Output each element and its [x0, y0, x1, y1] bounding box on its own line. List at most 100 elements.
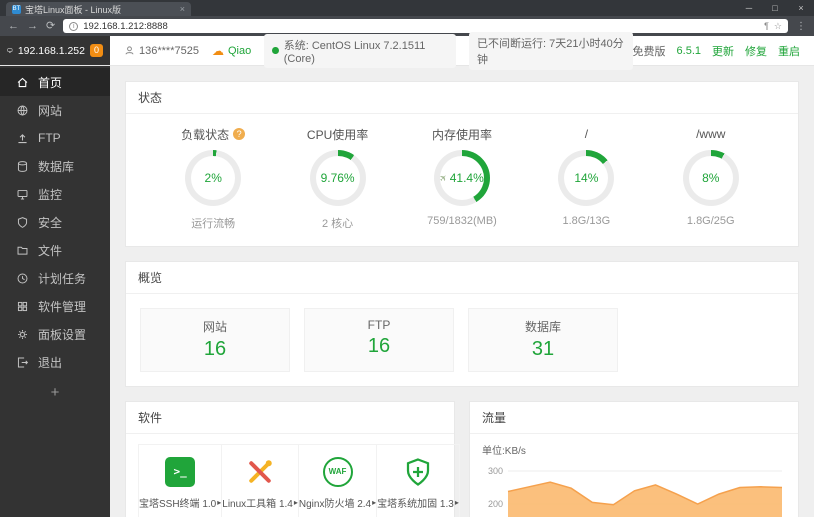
header-right: 免费版 6.5.1 更新 修复 重启	[633, 36, 814, 65]
cloud-icon: ☁	[211, 43, 224, 58]
upload-icon	[18, 133, 27, 143]
terminal-icon: >_	[165, 456, 196, 487]
cloud-user: Qiao	[227, 44, 252, 57]
reload-icon[interactable]: ⟳	[46, 20, 55, 32]
monitor-icon	[17, 189, 28, 199]
main-content: 状态 负载状态 ? 2% 运行流畅 CPU使用率 9.76% 2 核心 内存使用…	[110, 66, 814, 517]
gauge-value: 41.4%	[449, 171, 484, 185]
svg-text:200: 200	[488, 499, 503, 509]
panel-layout: 首页 网站 FTP 数据库 监控 安全 文件 计划任务 软件管理 面板设置 退出…	[0, 66, 814, 517]
gauge-label: 内存使用率	[431, 127, 492, 142]
software-item-ssh[interactable]: >_ 宝塔SSH终端 1.0 ▸	[138, 444, 223, 517]
header-items: 136****7525 ☁ Qiao 系统: CentOS Linux 7.2.…	[110, 31, 633, 70]
tab-close-icon[interactable]: ×	[180, 4, 185, 14]
tools-icon	[249, 459, 272, 483]
help-icon[interactable]: ?	[233, 128, 246, 140]
software-grid: >_ 宝塔SSH终端 1.0 ▸ Linux工具箱 1.4 ▸ WAF Ngin…	[126, 434, 460, 517]
message-badge[interactable]: 0	[89, 44, 103, 57]
window-close-button[interactable]: ×	[788, 0, 814, 16]
gauge-donut: 9.76%	[309, 150, 366, 206]
repair-link[interactable]: 修复	[745, 43, 767, 59]
database-icon	[17, 160, 28, 172]
sidebar-item-sites[interactable]: 网站	[0, 96, 110, 124]
folder-icon	[17, 246, 28, 255]
traffic-card: 流量 单位:KB/s 300200100	[469, 401, 799, 517]
update-link[interactable]: 更新	[712, 43, 734, 59]
restart-link[interactable]: 重启	[778, 43, 800, 59]
shield-icon	[17, 216, 28, 228]
system-label: 系统: CentOS Linux 7.2.1511 (Core)	[283, 39, 426, 65]
tab-title: 宝塔Linux面板 - Linux版	[25, 4, 122, 15]
favicon-icon: BT	[12, 4, 21, 14]
sidebar-item-software[interactable]: 软件管理	[0, 292, 110, 320]
version-number: 6.5.1	[676, 44, 701, 57]
gauge-memory: 内存使用率 ✈ 41.4% 759/1832(MB)	[406, 127, 518, 231]
account-item[interactable]: 136****7525	[124, 45, 199, 57]
gauge-value: 14%	[574, 171, 599, 185]
chevron-right-icon: ▸	[454, 497, 459, 507]
sidebar-item-files[interactable]: 文件	[0, 236, 110, 264]
user-icon	[125, 46, 134, 55]
reader-icon[interactable]: ¶	[764, 21, 769, 31]
sidebar-item-cron[interactable]: 计划任务	[0, 264, 110, 292]
status-card: 状态 负载状态 ? 2% 运行流畅 CPU使用率 9.76% 2 核心 内存使用…	[125, 81, 799, 247]
sidebar-item-database[interactable]: 数据库	[0, 152, 110, 180]
server-ip: 192.168.1.252	[17, 44, 85, 57]
sidebar-item-settings[interactable]: 面板设置	[0, 320, 110, 348]
sidebar-add-button[interactable]: +	[0, 384, 110, 401]
gauge-donut: 2%	[185, 150, 242, 206]
rocket-icon[interactable]: ✈	[437, 171, 450, 184]
system-info: 系统: CentOS Linux 7.2.1511 (Core)	[264, 33, 456, 68]
sidebar-item-security[interactable]: 安全	[0, 208, 110, 236]
overview-card: 概览 网站 16 FTP 16 数据库 31	[125, 261, 799, 387]
url-box[interactable]: i 192.168.1.212:8888 ¶ ☆	[63, 19, 788, 33]
overview-ftp[interactable]: FTP 16	[304, 308, 454, 372]
browser-menu-icon[interactable]: ⋮	[796, 21, 806, 32]
gauge-load: 负载状态 ? 2% 运行流畅	[157, 127, 269, 231]
panel-header: 192.168.1.252 0 136****7525 ☁ Qiao 系统: C…	[0, 31, 814, 70]
shield-plus-icon	[406, 457, 430, 486]
gauge-cpu: CPU使用率 9.76% 2 核心	[282, 127, 394, 231]
grid-icon	[17, 301, 28, 311]
software-item-waf[interactable]: WAF Nginx防火墙 2.4 ▸	[297, 444, 378, 517]
sidebar-item-ftp[interactable]: FTP	[0, 124, 110, 152]
overview-database[interactable]: 数据库 31	[468, 308, 618, 372]
uptime-info: 已不间断运行: 7天21小时40分钟	[468, 31, 633, 70]
window-minimize-button[interactable]: ─	[736, 0, 762, 16]
gauge-label: /	[584, 127, 589, 141]
overview-card-title: 概览	[126, 262, 798, 294]
software-item-harden[interactable]: 宝塔系统加固 1.3 ▸	[376, 444, 460, 517]
gauge-sub: 1.8G/25G	[686, 215, 735, 227]
home-icon	[17, 77, 28, 87]
window-maximize-button[interactable]: □	[762, 0, 788, 16]
edition-label: 免费版	[632, 45, 666, 58]
software-card: 软件 >_ 宝塔SSH终端 1.0 ▸ Linux工具箱 1.4 ▸ WAF N…	[125, 401, 460, 517]
window-controls: ─ □ ×	[736, 0, 814, 16]
clock-icon	[17, 273, 28, 283]
url-text[interactable]: 192.168.1.212:8888	[83, 21, 759, 32]
software-item-toolbox[interactable]: Linux工具箱 1.4 ▸	[221, 444, 299, 517]
site-info-icon[interactable]: i	[69, 21, 79, 31]
cloud-account-item[interactable]: ☁ Qiao	[212, 44, 251, 58]
gauge-sub: 1.8G/13G	[562, 215, 611, 227]
bookmark-star-icon[interactable]: ☆	[774, 21, 782, 32]
gauge-sub: 759/1832(MB)	[427, 215, 497, 227]
gauge-sub: 运行流畅	[191, 218, 236, 230]
server-block[interactable]: 192.168.1.252 0	[0, 36, 110, 65]
traffic-card-title: 流量	[470, 402, 798, 434]
traffic-unit-label: 单位:KB/s	[482, 446, 526, 457]
back-icon[interactable]: ←	[8, 20, 19, 32]
forward-icon[interactable]: →	[27, 20, 38, 32]
sidebar-item-home[interactable]: 首页	[0, 68, 110, 96]
traffic-chart: 300200100	[488, 466, 783, 517]
waf-icon: WAF	[322, 456, 353, 487]
browser-tabbar: BT 宝塔Linux面板 - Linux版 × ─ □ ×	[0, 0, 814, 16]
gauge-donut: 8%	[682, 150, 739, 206]
sidebar-item-monitor[interactable]: 监控	[0, 180, 110, 208]
gauge-label: /www	[696, 127, 726, 141]
overview-sites[interactable]: 网站 16	[140, 308, 290, 372]
sidebar-item-logout[interactable]: 退出	[0, 348, 110, 376]
globe-icon	[17, 105, 28, 116]
gauge-disk-www: /www 8% 1.8G/25G	[655, 127, 767, 231]
browser-tab[interactable]: BT 宝塔Linux面板 - Linux版 ×	[6, 2, 191, 16]
